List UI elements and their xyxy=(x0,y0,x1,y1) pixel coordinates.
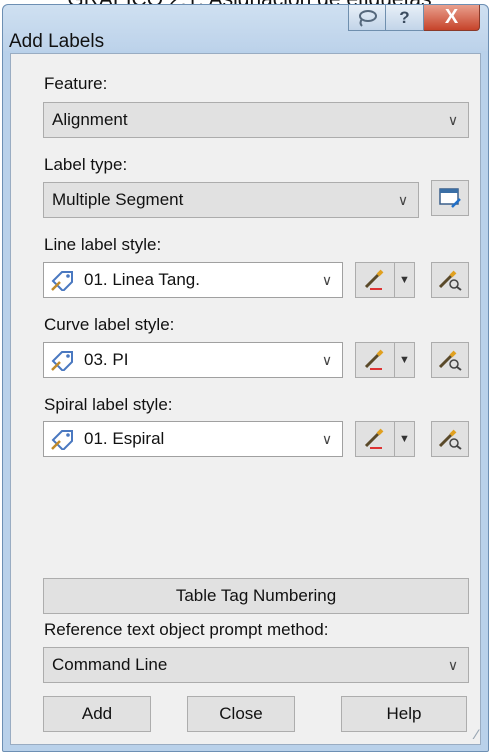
label-style-icon xyxy=(50,349,76,371)
close-button[interactable]: Close xyxy=(187,696,295,732)
feature-label: Feature: xyxy=(44,74,108,93)
line-style-dropdown[interactable]: 01. Linea Tang. ∨ xyxy=(43,262,343,298)
line-style-value: 01. Linea Tang. xyxy=(84,270,200,289)
line-style-label: Line label style: xyxy=(44,235,162,254)
spiral-style-edit-button[interactable]: ▼ xyxy=(355,421,415,457)
lasso-icon xyxy=(359,9,377,27)
curve-style-edit-button[interactable]: ▼ xyxy=(355,342,415,378)
reference-method-value: Command Line xyxy=(52,655,168,674)
pick-style-icon xyxy=(438,429,462,450)
feature-dropdown[interactable]: Alignment ∨ xyxy=(43,102,469,138)
label-type-dropdown[interactable]: Multiple Segment ∨ xyxy=(43,182,419,218)
dialog-title: Add Labels xyxy=(9,31,105,52)
chevron-down-icon: ∨ xyxy=(447,656,459,673)
caret-down-icon[interactable]: ▼ xyxy=(395,433,414,445)
title-help-button[interactable]: ? xyxy=(386,5,424,31)
spiral-style-dropdown[interactable]: 01. Espiral ∨ xyxy=(43,421,343,457)
chevron-down-icon: ∨ xyxy=(447,111,459,128)
help-button[interactable]: Help xyxy=(341,696,467,732)
open-dialog-icon xyxy=(439,188,461,208)
edit-style-icon xyxy=(356,343,395,377)
table-tag-numbering-button[interactable]: Table Tag Numbering xyxy=(43,578,469,614)
feature-value: Alignment xyxy=(52,110,128,129)
spiral-style-value: 01. Espiral xyxy=(84,429,165,448)
spiral-style-label: Spiral label style: xyxy=(44,395,173,414)
pick-style-icon xyxy=(438,270,462,291)
dialog-body: Feature: Alignment ∨ Label type: Multipl… xyxy=(10,53,481,745)
label-type-settings-button[interactable] xyxy=(431,180,469,216)
chevron-down-icon: ∨ xyxy=(321,351,333,368)
chevron-down-icon: ∨ xyxy=(321,271,333,288)
chevron-down-icon: ∨ xyxy=(321,430,333,447)
line-style-edit-button[interactable]: ▼ xyxy=(355,262,415,298)
title-close-button[interactable]: X xyxy=(424,5,480,31)
pick-style-icon xyxy=(438,350,462,371)
caret-down-icon[interactable]: ▼ xyxy=(395,354,414,366)
label-type-label: Label type: xyxy=(44,155,128,174)
curve-style-pick-button[interactable] xyxy=(431,342,469,378)
lasso-button[interactable] xyxy=(348,5,386,31)
label-style-icon xyxy=(50,428,76,450)
add-labels-dialog: Add Labels ? X Feature: Alignment ∨ Labe… xyxy=(2,4,489,752)
label-type-value: Multiple Segment xyxy=(52,190,184,209)
chevron-down-icon: ∨ xyxy=(397,191,409,208)
curve-style-label: Curve label style: xyxy=(44,315,175,334)
edit-style-icon xyxy=(356,422,395,456)
title-bar: Add Labels ? X xyxy=(3,5,488,52)
add-button[interactable]: Add xyxy=(43,696,151,732)
curve-style-dropdown[interactable]: 03. PI ∨ xyxy=(43,342,343,378)
caret-down-icon[interactable]: ▼ xyxy=(395,274,414,286)
reference-method-dropdown[interactable]: Command Line ∨ xyxy=(43,647,469,683)
title-bar-buttons: ? X xyxy=(348,5,480,31)
reference-method-label: Reference text object prompt method: xyxy=(44,620,329,639)
resize-grip-icon[interactable]: ⁄⁄ xyxy=(475,726,477,742)
edit-style-icon xyxy=(356,263,395,297)
line-style-pick-button[interactable] xyxy=(431,262,469,298)
curve-style-value: 03. PI xyxy=(84,350,129,369)
label-style-icon xyxy=(50,269,76,291)
spiral-style-pick-button[interactable] xyxy=(431,421,469,457)
